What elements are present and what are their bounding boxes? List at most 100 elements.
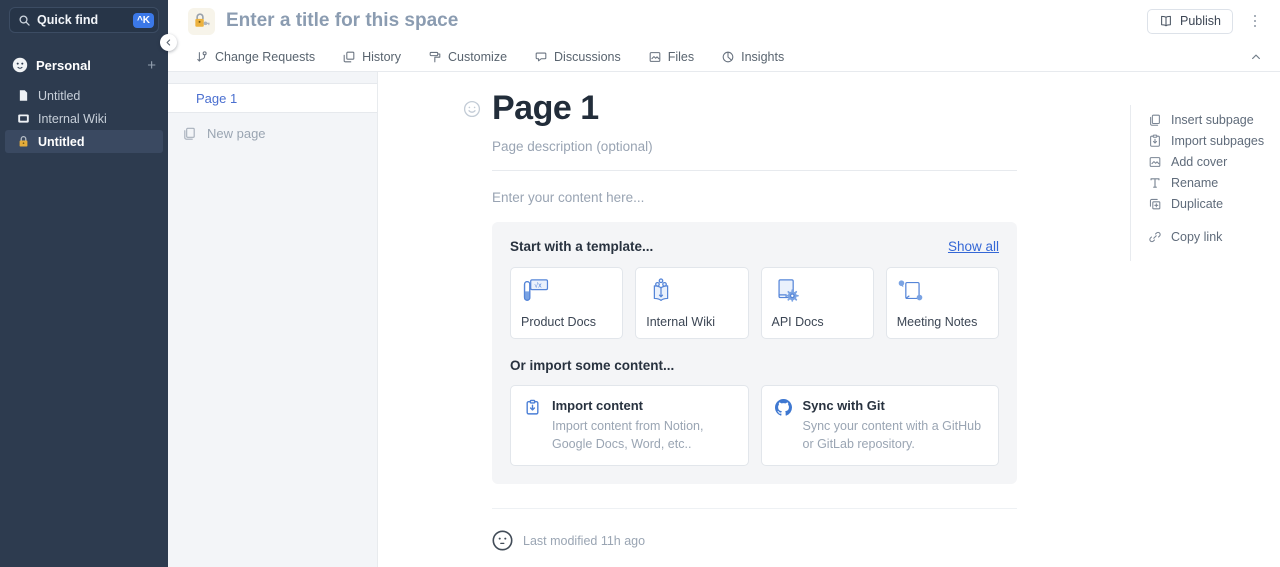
- action-label: Duplicate: [1171, 197, 1223, 211]
- publish-label: Publish: [1180, 14, 1221, 28]
- page-item-label: Page 1: [196, 91, 237, 106]
- space-list: Untitled Internal Wiki Untitled: [0, 84, 168, 153]
- pages-stack-icon: [182, 126, 197, 141]
- tab-label: Change Requests: [215, 50, 315, 64]
- collapse-header-icon[interactable]: [1250, 51, 1262, 63]
- tab-history[interactable]: History: [342, 50, 401, 64]
- space-item-untitled-1[interactable]: Untitled: [5, 84, 163, 107]
- more-options-icon[interactable]: [1244, 10, 1266, 32]
- template-card-label: API Docs: [772, 315, 863, 329]
- rename-button[interactable]: Rename: [1148, 172, 1280, 193]
- tab-insights[interactable]: Insights: [721, 50, 784, 64]
- copy-link-button[interactable]: Copy link: [1148, 226, 1280, 247]
- page-editor: Page 1 Page description (optional) Enter…: [378, 72, 1130, 567]
- show-all-link[interactable]: Show all: [948, 239, 999, 254]
- page-actions-sidebar: Insert subpage Import subpages Add cover…: [1130, 72, 1280, 567]
- import-content-card[interactable]: Import content Import content from Notio…: [510, 385, 749, 466]
- import-content-description: Import content from Notion, Google Docs,…: [552, 417, 735, 453]
- space-title-input[interactable]: Enter a title for this space: [226, 10, 1136, 32]
- template-card-meeting-notes[interactable]: Meeting Notes: [886, 267, 999, 339]
- page-icon: [17, 89, 30, 102]
- image-icon: [1148, 155, 1162, 169]
- collapse-sidebar-button[interactable]: [160, 34, 177, 51]
- workspace-pane: Enter a title for this space Publish Cha…: [168, 0, 1280, 567]
- publish-button[interactable]: Publish: [1147, 9, 1233, 34]
- add-space-icon[interactable]: +: [147, 58, 156, 73]
- space-header: Enter a title for this space Publish: [168, 0, 1280, 42]
- space-section-header[interactable]: Personal +: [0, 54, 168, 76]
- change-requests-icon: [195, 50, 209, 64]
- sync-with-git-description: Sync your content with a GitHub or GitLa…: [803, 417, 986, 453]
- template-card-api-docs[interactable]: API Docs: [761, 267, 874, 339]
- tab-files[interactable]: Files: [648, 50, 694, 64]
- history-icon: [342, 50, 356, 64]
- modified-by-avatar[interactable]: [492, 530, 513, 551]
- github-icon: [775, 399, 792, 416]
- left-sidebar: Quick find ^K Personal + Untitled Intern…: [0, 0, 168, 567]
- tab-discussions[interactable]: Discussions: [534, 50, 621, 64]
- files-icon: [648, 50, 662, 64]
- chevron-left-icon: [164, 38, 173, 47]
- tab-label: Customize: [448, 50, 507, 64]
- tab-label: Files: [668, 50, 694, 64]
- add-cover-button[interactable]: Add cover: [1148, 151, 1280, 172]
- sync-with-git-card[interactable]: Sync with Git Sync your content with a G…: [761, 385, 1000, 466]
- publish-book-icon: [1159, 14, 1173, 28]
- app-window: Quick find ^K Personal + Untitled Intern…: [0, 0, 1280, 567]
- space-tabs: Change Requests History Customize Discus…: [168, 42, 1280, 72]
- space-item-untitled-selected[interactable]: Untitled: [5, 130, 163, 153]
- clipboard-import-icon: [1148, 134, 1162, 148]
- internal-wiki-icon: [646, 277, 676, 304]
- page-footer: Last modified 11h ago: [492, 530, 1017, 551]
- api-docs-icon: [772, 277, 802, 304]
- insights-icon: [721, 50, 735, 64]
- duplicate-icon: [1148, 197, 1162, 211]
- import-subpages-button[interactable]: Import subpages: [1148, 130, 1280, 151]
- action-label: Copy link: [1171, 230, 1222, 244]
- pages-stack-icon: [1148, 113, 1162, 127]
- space-item-label: Untitled: [38, 135, 85, 149]
- space-item-label: Untitled: [38, 89, 80, 103]
- new-page-button[interactable]: New page: [168, 126, 377, 141]
- tab-label: History: [362, 50, 401, 64]
- space-emoji-button[interactable]: [188, 8, 215, 35]
- content-row: Page 1 New page Page 1: [168, 72, 1280, 567]
- page-list-item-selected[interactable]: Page 1: [168, 83, 377, 113]
- pages-sidebar: Page 1 New page: [168, 72, 378, 567]
- sync-with-git-title: Sync with Git: [803, 398, 986, 413]
- new-page-label: New page: [207, 126, 266, 141]
- action-label: Rename: [1171, 176, 1218, 190]
- template-card-product-docs[interactable]: √x Product Docs: [510, 267, 623, 339]
- import-content-icon: [524, 399, 541, 416]
- page-title[interactable]: Page 1: [492, 89, 599, 128]
- action-label: Insert subpage: [1171, 113, 1254, 127]
- import-heading: Or import some content...: [510, 358, 999, 373]
- template-card-label: Product Docs: [521, 315, 612, 329]
- tab-change-requests[interactable]: Change Requests: [195, 50, 315, 64]
- getting-started-panel: Start with a template... Show all √x Pro…: [492, 222, 1017, 484]
- template-card-internal-wiki[interactable]: Internal Wiki: [635, 267, 748, 339]
- space-item-internal-wiki[interactable]: Internal Wiki: [5, 107, 163, 130]
- chevron-up-icon: [1250, 51, 1262, 63]
- duplicate-button[interactable]: Duplicate: [1148, 193, 1280, 214]
- lock-with-key-icon: [193, 12, 211, 30]
- insert-subpage-button[interactable]: Insert subpage: [1148, 109, 1280, 130]
- footer-divider: [492, 508, 1017, 509]
- tab-label: Discussions: [554, 50, 621, 64]
- text-icon: [1148, 176, 1162, 190]
- quick-find-search[interactable]: Quick find ^K: [9, 7, 159, 33]
- title-divider: [492, 170, 1017, 171]
- page-emoji-button[interactable]: [463, 100, 481, 118]
- last-modified-text: Last modified 11h ago: [523, 534, 645, 548]
- meeting-notes-icon: [897, 277, 927, 304]
- product-docs-icon: √x: [521, 277, 551, 304]
- import-content-title: Import content: [552, 398, 735, 413]
- action-label: Add cover: [1171, 155, 1227, 169]
- shortcut-badge: ^K: [133, 13, 154, 28]
- section-label: Personal: [36, 58, 139, 73]
- content-input[interactable]: Enter your content here...: [492, 190, 1017, 205]
- page-description-input[interactable]: Page description (optional): [492, 139, 1017, 154]
- smiley-placeholder-icon: [463, 100, 481, 118]
- tab-customize[interactable]: Customize: [428, 50, 507, 64]
- action-label: Import subpages: [1171, 134, 1264, 148]
